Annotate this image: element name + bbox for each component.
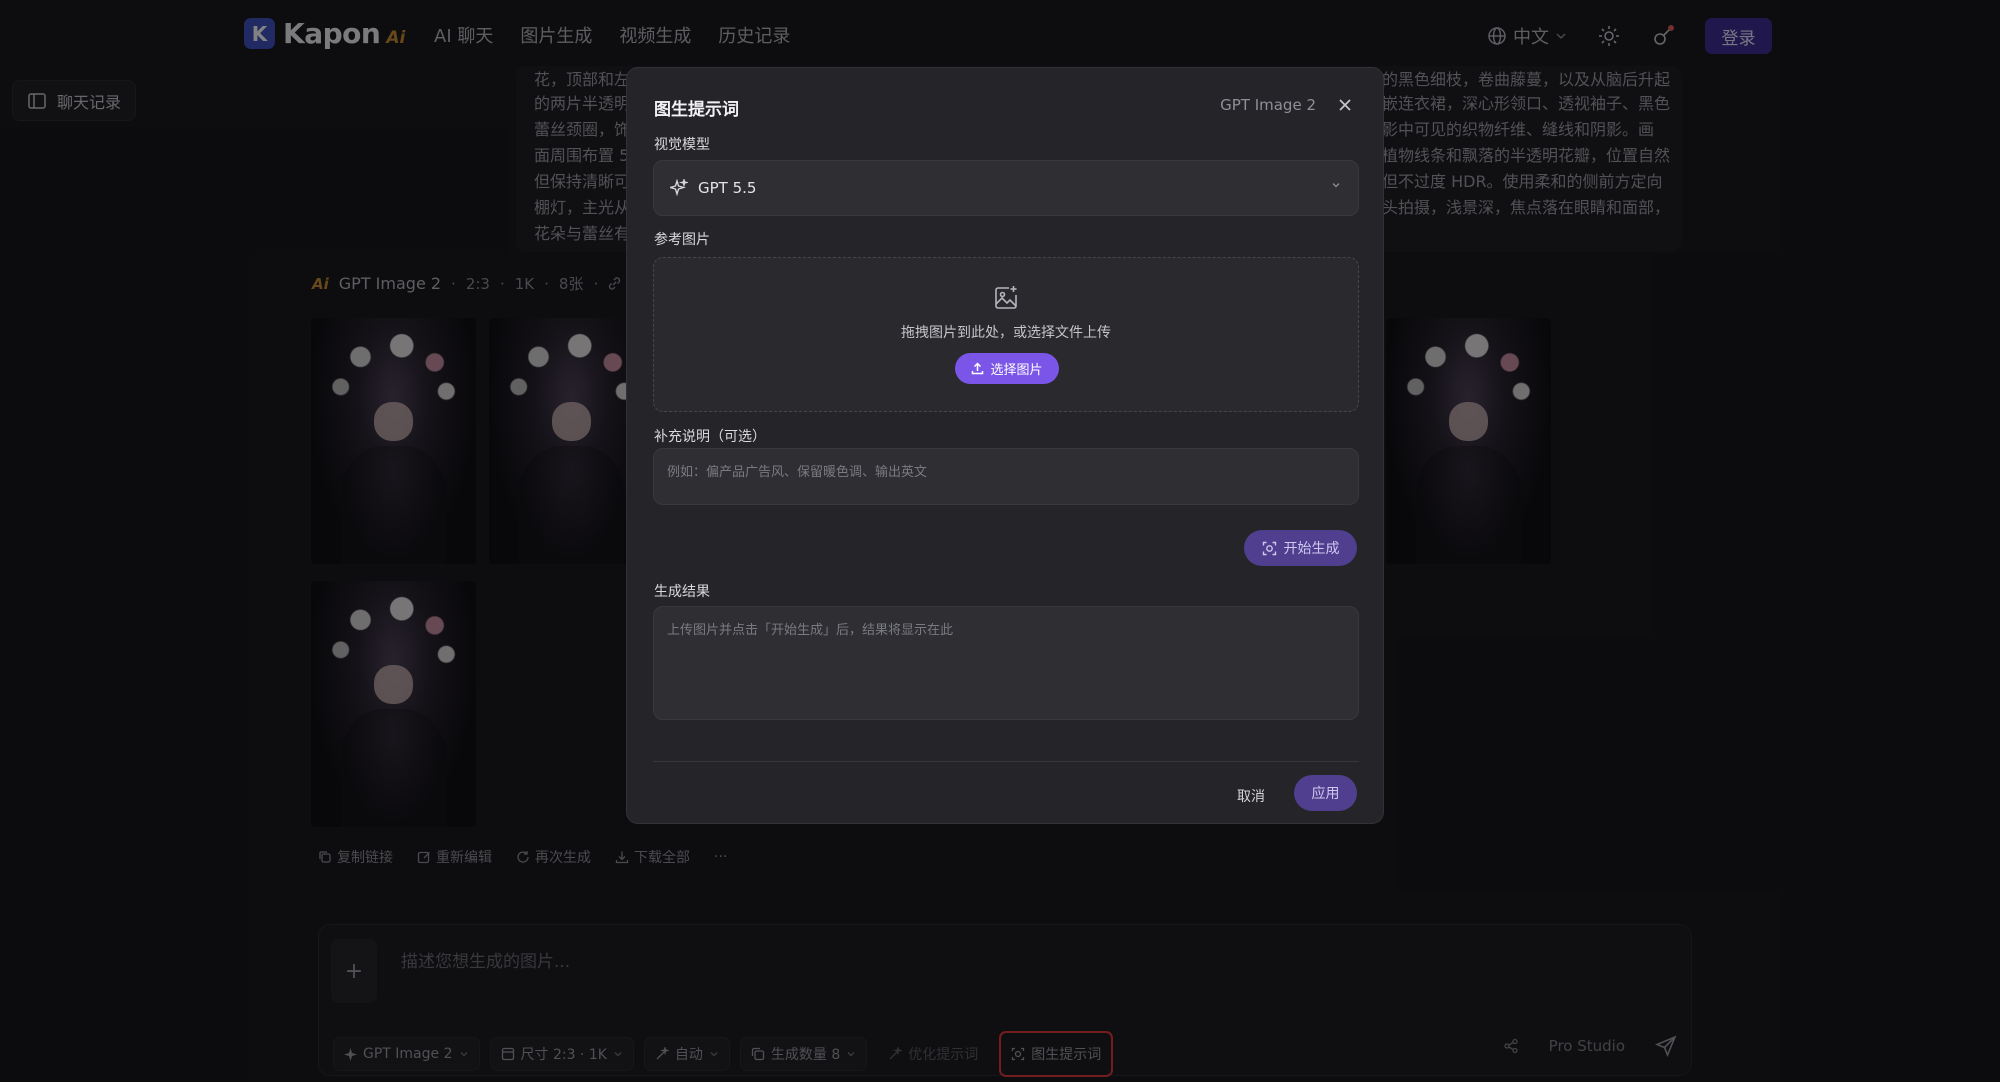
start-generate-button[interactable]: 开始生成 [1244,530,1357,566]
scan-image-icon [1262,541,1277,556]
modal-model-badge: GPT Image 2 [1220,96,1316,114]
vision-model-select[interactable]: GPT 5.5 [653,160,1359,216]
upload-icon [971,362,984,375]
start-generate-label: 开始生成 [1283,541,1340,557]
sparkles-icon [670,179,688,197]
reference-image-label: 参考图片 [654,232,710,248]
image-dropzone[interactable]: 拖拽图片到此处，或选择文件上传 选择图片 [653,257,1359,412]
apply-button[interactable]: 应用 [1294,775,1357,811]
vision-model-value: GPT 5.5 [698,179,757,197]
cancel-button[interactable]: 取消 [1237,786,1265,806]
modal-divider [653,761,1359,762]
close-icon[interactable] [1335,95,1355,115]
choose-image-label: 选择图片 [990,363,1043,378]
result-textarea[interactable]: 上传图片并点击「开始生成」后，结果将显示在此 [653,606,1359,720]
image-to-prompt-modal: 图生提示词 GPT Image 2 视觉模型 GPT 5.5 参考图片 拖拽图片… [626,67,1384,824]
vision-model-label: 视觉模型 [654,137,710,153]
dropzone-hint: 拖拽图片到此处，或选择文件上传 [901,325,1111,341]
choose-image-button[interactable]: 选择图片 [955,353,1059,384]
modal-title: 图生提示词 [654,100,739,120]
extra-notes-textarea[interactable]: 例如：偏产品广告风、保留暖色调、输出英文 [653,448,1359,505]
image-plus-icon [992,284,1020,312]
result-label: 生成结果 [654,584,710,600]
extra-notes-label: 补充说明（可选） [654,429,766,445]
chevron-down-icon [1330,179,1342,191]
